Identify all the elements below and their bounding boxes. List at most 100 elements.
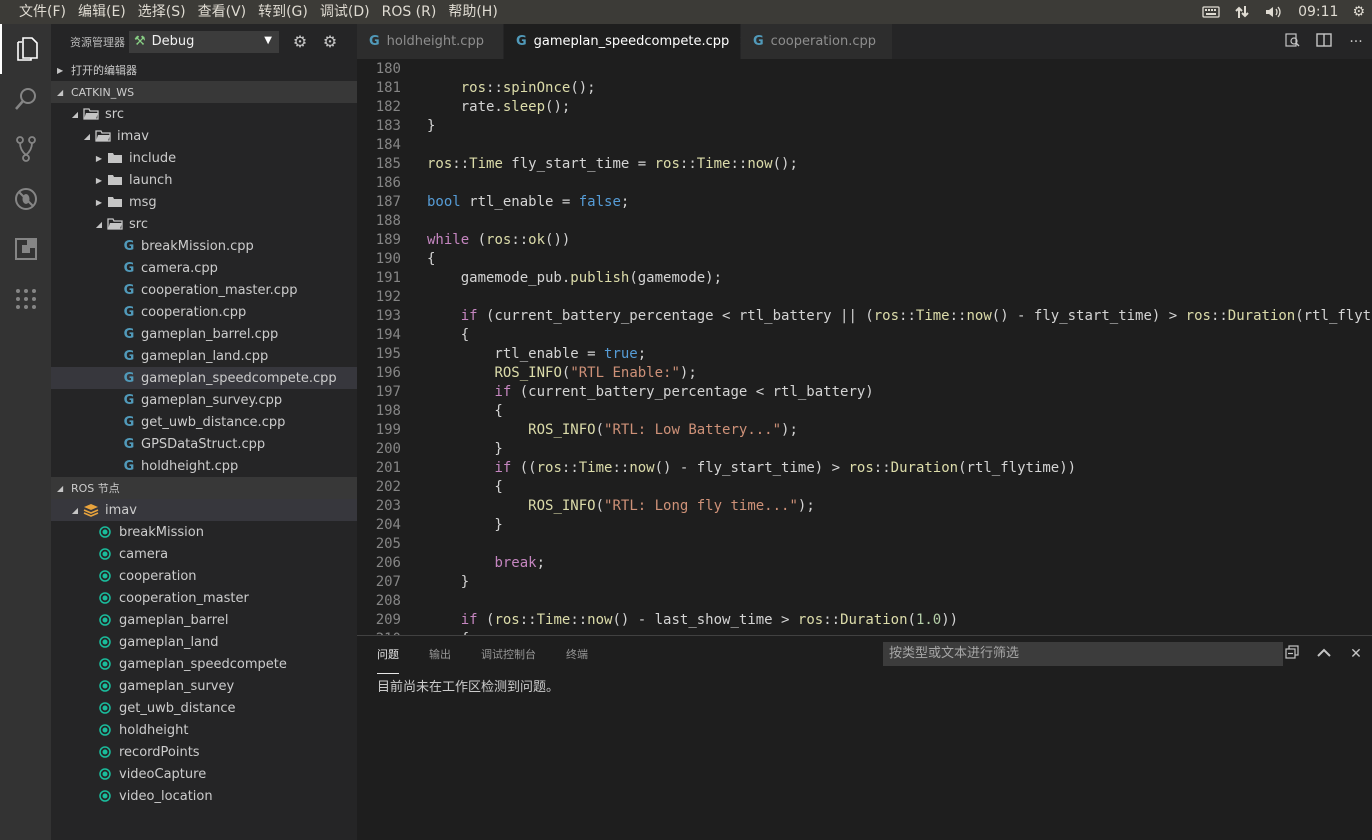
split-editor-icon[interactable]: [1308, 32, 1340, 51]
code-line[interactable]: 192: [357, 288, 1372, 307]
ros-node-item[interactable]: camera: [51, 543, 357, 565]
code-line[interactable]: 180: [357, 60, 1372, 79]
open-changes-icon[interactable]: [1276, 32, 1308, 52]
tree-file[interactable]: Ggameplan_survey.cpp: [51, 389, 357, 411]
tree-file[interactable]: Ggameplan_speedcompete.cpp: [51, 367, 357, 389]
tree-file[interactable]: Gcamera.cpp: [51, 257, 357, 279]
keyboard-icon[interactable]: [1195, 0, 1227, 24]
ros-node-item[interactable]: cooperation_master: [51, 587, 357, 609]
tree-folder-include[interactable]: ▶ include: [51, 147, 357, 169]
gear-icon[interactable]: ⚙: [285, 31, 315, 53]
menu-view[interactable]: 查看(V): [192, 0, 253, 24]
ros-node-item[interactable]: get_uwb_distance: [51, 697, 357, 719]
more-actions-icon[interactable]: ···: [1340, 34, 1372, 50]
tree-file[interactable]: Gcooperation.cpp: [51, 301, 357, 323]
tab-output[interactable]: 输出: [429, 636, 451, 674]
menu-edit[interactable]: 编辑(E): [72, 0, 132, 24]
search-icon[interactable]: [0, 74, 51, 124]
code-line[interactable]: 204 }: [357, 516, 1372, 535]
ros-node-item[interactable]: recordPoints: [51, 741, 357, 763]
close-panel-icon[interactable]: ✕: [1340, 646, 1372, 662]
tree-file[interactable]: Gholdheight.cpp: [51, 455, 357, 477]
code-line[interactable]: 208: [357, 592, 1372, 611]
ros-package-imav[interactable]: ◢ imav: [51, 499, 357, 521]
extensions-icon[interactable]: [0, 224, 51, 274]
code-editor[interactable]: 180 181 ros::spinOnce(); 182 rate.sleep();…: [357, 59, 1372, 635]
files-icon[interactable]: [0, 24, 51, 74]
tree-file[interactable]: GbreakMission.cpp: [51, 235, 357, 257]
code-line[interactable]: 196 ROS_INFO("RTL Enable:");: [357, 364, 1372, 383]
code-line[interactable]: 194 {: [357, 326, 1372, 345]
code-line[interactable]: 185 ros::Time fly_start_time = ros::Time:…: [357, 155, 1372, 174]
workspace-section[interactable]: ◢ CATKIN_WS: [51, 81, 357, 103]
ros-node-item[interactable]: holdheight: [51, 719, 357, 741]
tab-debug-console[interactable]: 调试控制台: [481, 636, 536, 674]
code-line[interactable]: 201 if ((ros::Time::now() - fly_start_ti…: [357, 459, 1372, 478]
code-line[interactable]: 184: [357, 136, 1372, 155]
code-line[interactable]: 186: [357, 174, 1372, 193]
menu-debug[interactable]: 调试(D): [314, 0, 376, 24]
menu-go[interactable]: 转到(G): [252, 0, 314, 24]
code-line[interactable]: 193 if (current_battery_percentage < rtl…: [357, 307, 1372, 326]
source-control-icon[interactable]: [0, 124, 51, 174]
ros-node-item[interactable]: gameplan_survey: [51, 675, 357, 697]
code-line[interactable]: 205: [357, 535, 1372, 554]
ros-node-item[interactable]: videoCapture: [51, 763, 357, 785]
ros-nodes-section[interactable]: ◢ ROS 节点: [51, 477, 357, 499]
code-line[interactable]: 188: [357, 212, 1372, 231]
debug-icon[interactable]: [0, 174, 51, 224]
code-line[interactable]: 197 if (current_battery_percentage < rtl…: [357, 383, 1372, 402]
volume-icon[interactable]: [1257, 0, 1291, 24]
code-line[interactable]: 181 ros::spinOnce();: [357, 79, 1372, 98]
open-editors-section[interactable]: ▶ 打开的编辑器: [51, 59, 357, 81]
tree-file[interactable]: Ggameplan_land.cpp: [51, 345, 357, 367]
ros-node-item[interactable]: video_location: [51, 785, 357, 807]
tab-gameplan-speedcompete[interactable]: G gameplan_speedcompete.cpp ✕: [504, 24, 750, 59]
menu-selection[interactable]: 选择(S): [132, 0, 192, 24]
tree-folder-msg[interactable]: ▶ msg: [51, 191, 357, 213]
problems-filter-input[interactable]: 按类型或文本进行筛选: [883, 642, 1283, 666]
code-line[interactable]: 182 rate.sleep();: [357, 98, 1372, 117]
code-line[interactable]: 206 break;: [357, 554, 1372, 573]
code-line[interactable]: 203 ROS_INFO("RTL: Long fly time...");: [357, 497, 1372, 516]
code-line[interactable]: 200 }: [357, 440, 1372, 459]
tree-folder-src[interactable]: ◢ src: [51, 103, 357, 125]
code-line[interactable]: 190 {: [357, 250, 1372, 269]
menu-help[interactable]: 帮助(H): [442, 0, 503, 24]
tree-file[interactable]: Gcooperation_master.cpp: [51, 279, 357, 301]
maximize-panel-icon[interactable]: [1308, 646, 1340, 662]
ros-node-item[interactable]: gameplan_speedcompete: [51, 653, 357, 675]
ros-node-item[interactable]: gameplan_barrel: [51, 609, 357, 631]
collapse-all-icon[interactable]: [1276, 645, 1308, 663]
settings-gear-icon[interactable]: ⚙: [315, 31, 345, 53]
code-line[interactable]: 183}: [357, 117, 1372, 136]
tree-file[interactable]: Ggameplan_barrel.cpp: [51, 323, 357, 345]
code-line[interactable]: 209 if (ros::Time::now() - last_show_tim…: [357, 611, 1372, 630]
code-line[interactable]: 195 rtl_enable = true;: [357, 345, 1372, 364]
tab-cooperation[interactable]: G cooperation.cpp: [741, 24, 893, 59]
tab-holdheight[interactable]: G holdheight.cpp: [357, 24, 504, 59]
more-icon[interactable]: [0, 274, 51, 324]
code-line[interactable]: 198 {: [357, 402, 1372, 421]
tab-terminal[interactable]: 终端: [566, 636, 588, 674]
debug-config-select[interactable]: ⚒ Debug ▼: [129, 30, 279, 53]
tree-folder-launch[interactable]: ▶ launch: [51, 169, 357, 191]
tree-file[interactable]: G GPSDataStruct.cpp: [51, 433, 357, 455]
code-line[interactable]: 199 ROS_INFO("RTL: Low Battery...");: [357, 421, 1372, 440]
ros-node-item[interactable]: breakMission: [51, 521, 357, 543]
clock[interactable]: 09:11: [1291, 0, 1345, 24]
tree-folder-inner-src[interactable]: ◢ src: [51, 213, 357, 235]
code-line[interactable]: 187 bool rtl_enable = false;: [357, 193, 1372, 212]
menu-ros[interactable]: ROS (R): [376, 0, 443, 24]
tree-file[interactable]: Gget_uwb_distance.cpp: [51, 411, 357, 433]
menu-file[interactable]: 文件(F): [0, 0, 72, 24]
tab-problems[interactable]: 问题: [377, 636, 399, 674]
code-line[interactable]: 207 }: [357, 573, 1372, 592]
tree-folder-imav[interactable]: ◢ imav: [51, 125, 357, 147]
network-icon[interactable]: [1227, 0, 1257, 24]
settings-gear-icon[interactable]: ⚙: [1345, 0, 1372, 24]
ros-node-item[interactable]: gameplan_land: [51, 631, 357, 653]
code-line[interactable]: 191 gamemode_pub.publish(gamemode);: [357, 269, 1372, 288]
code-line[interactable]: 189 while (ros::ok()): [357, 231, 1372, 250]
code-line[interactable]: 202 {: [357, 478, 1372, 497]
